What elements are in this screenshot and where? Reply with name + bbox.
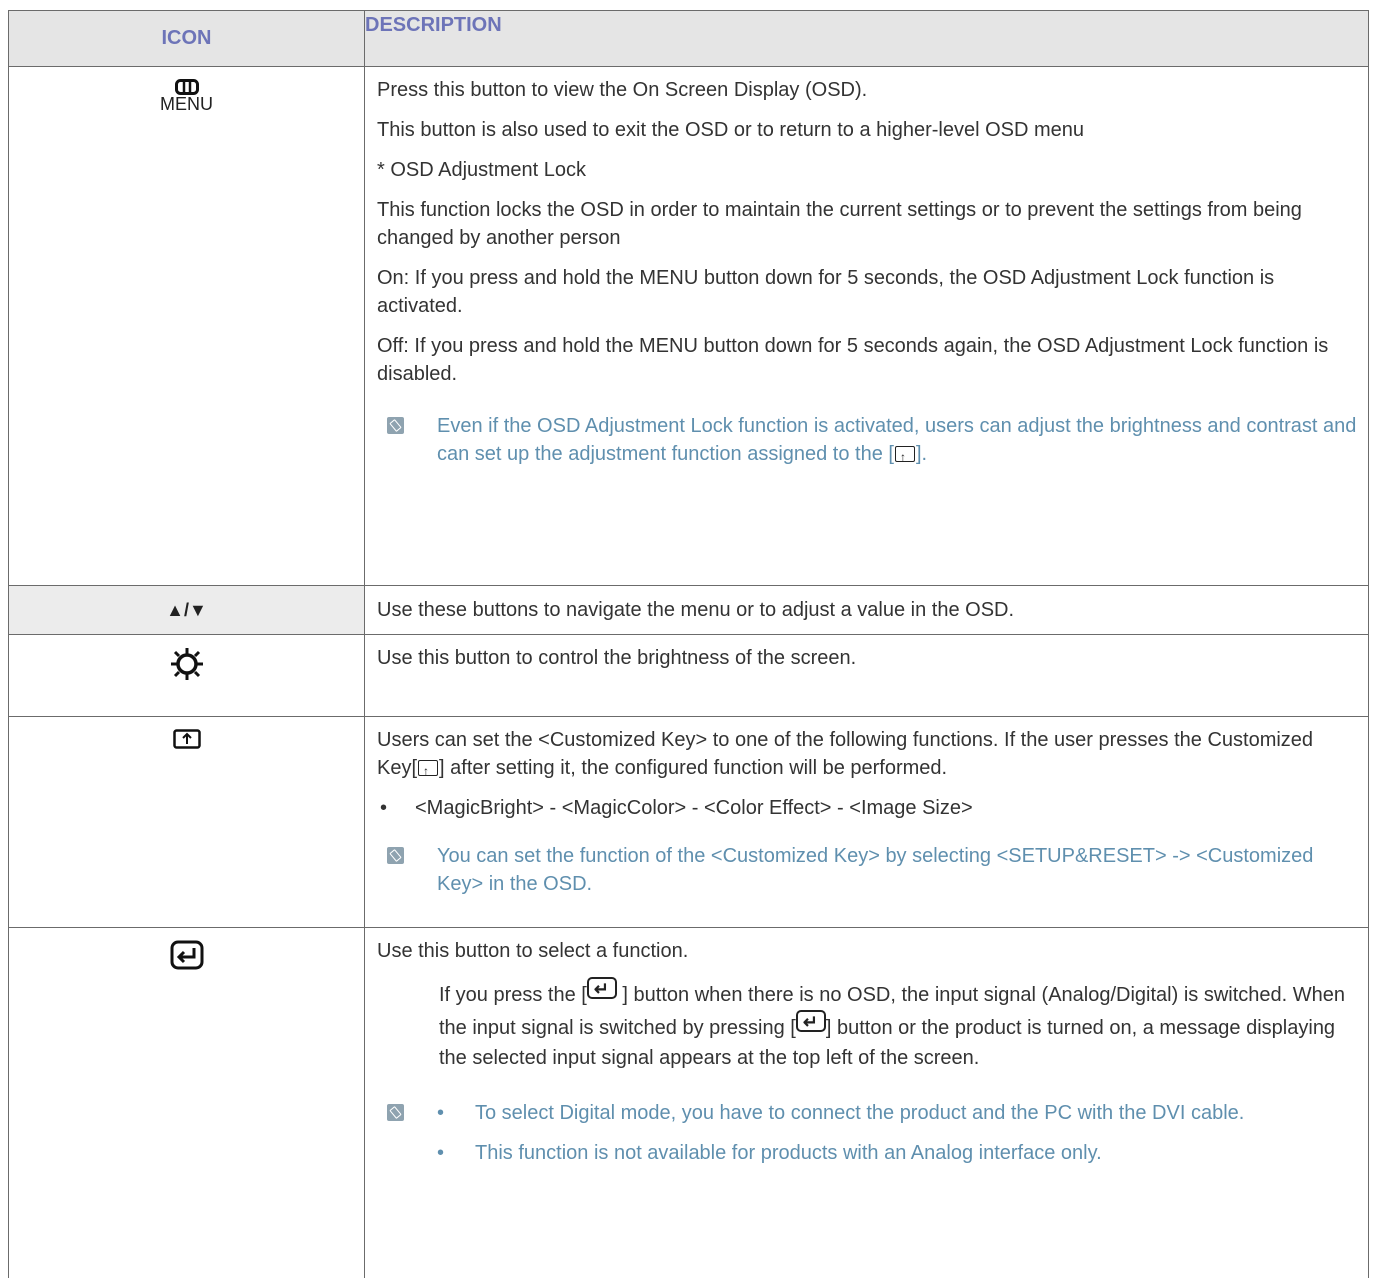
description-cell: Use this button to select a function. If…	[365, 928, 1368, 1278]
menu-icon: MENU	[160, 79, 213, 585]
icon-cell: MENU	[9, 67, 365, 585]
table-row: Use this button to control the brightnes…	[9, 635, 1368, 717]
description-cell: Press this button to view the On Screen …	[365, 67, 1368, 585]
list-item-text: This function is not available for produ…	[475, 1142, 1102, 1164]
table-row: Users can set the <Customized Key> to on…	[9, 717, 1368, 928]
note-pencil-icon	[387, 847, 404, 864]
paragraph: Use this button to select a function.	[377, 940, 689, 962]
icon-cell	[9, 635, 365, 716]
list-item: • This function is not available for pro…	[437, 1139, 1358, 1167]
header-description: DESCRIPTION	[365, 14, 502, 36]
header-icon: ICON	[9, 11, 365, 66]
paragraph: On: If you press and hold the MENU butto…	[377, 267, 1275, 317]
up-down-arrow-icon: ▲/▼	[166, 599, 207, 620]
paragraph: Off: If you press and hold the MENU butt…	[377, 335, 1329, 385]
customized-key-inline-icon	[418, 757, 439, 785]
table-header-row: ICON DESCRIPTION	[9, 11, 1368, 67]
note-pencil-icon	[387, 1104, 404, 1121]
paragraph: Press this button to view the On Screen …	[377, 79, 868, 101]
paragraph: This function locks the OSD in order to …	[377, 199, 1302, 249]
list-item: • <MagicBright> - <MagicColor> - <Color …	[377, 794, 1358, 822]
paragraph: Users can set the <Customized Key> to on…	[377, 726, 1358, 785]
paragraph-text-end: ] after setting it, the configured funct…	[439, 757, 948, 779]
paragraph: If you press the [ ] button when there i…	[377, 974, 1358, 1073]
table-row: Use this button to select a function. If…	[9, 928, 1368, 1278]
note: You can set the function of the <Customi…	[377, 842, 1358, 898]
list-item-text: To select Digital mode, you have to conn…	[475, 1102, 1245, 1124]
description-cell: Use this button to control the brightnes…	[377, 647, 857, 669]
bullet: •	[437, 1142, 445, 1164]
note-text: You can set the function of the <Customi…	[437, 845, 1314, 895]
icon-description-table: ICON DESCRIPTION MENU Press this button …	[8, 10, 1369, 1278]
enter-icon	[170, 940, 203, 970]
table-row: MENU Press this button to view the On Sc…	[9, 67, 1368, 586]
menu-bars-icon	[174, 79, 199, 95]
icon-cell	[9, 928, 365, 1278]
description-cell: Use these buttons to navigate the menu o…	[377, 599, 1015, 621]
paragraph-text: If you press the [	[439, 984, 587, 1006]
note: Even if the OSD Adjustment Lock function…	[377, 412, 1358, 471]
note-pencil-icon	[387, 417, 404, 434]
note-text-end: ].	[915, 443, 928, 465]
enter-inline-icon	[795, 1007, 826, 1037]
paragraph: * OSD Adjustment Lock	[377, 159, 586, 181]
paragraph: This button is also used to exit the OSD…	[377, 119, 1085, 141]
menu-icon-label: MENU	[160, 94, 213, 114]
list-item: • To select Digital mode, you have to co…	[437, 1099, 1358, 1127]
icon-cell: ▲/▼	[9, 586, 365, 634]
brightness-icon	[170, 648, 203, 680]
note-list: • To select Digital mode, you have to co…	[377, 1099, 1358, 1167]
list-item-text: <MagicBright> - <MagicColor> - <Color Ef…	[415, 797, 973, 819]
customized-key-icon	[172, 729, 201, 749]
description-cell: Users can set the <Customized Key> to on…	[365, 717, 1368, 927]
bullet: •	[437, 1102, 445, 1124]
enter-inline-icon	[586, 974, 617, 1004]
bullet: •	[380, 797, 388, 819]
customized-key-icon	[894, 443, 915, 471]
icon-cell	[9, 717, 365, 927]
table-row: ▲/▼ Use these buttons to navigate the me…	[9, 586, 1368, 635]
